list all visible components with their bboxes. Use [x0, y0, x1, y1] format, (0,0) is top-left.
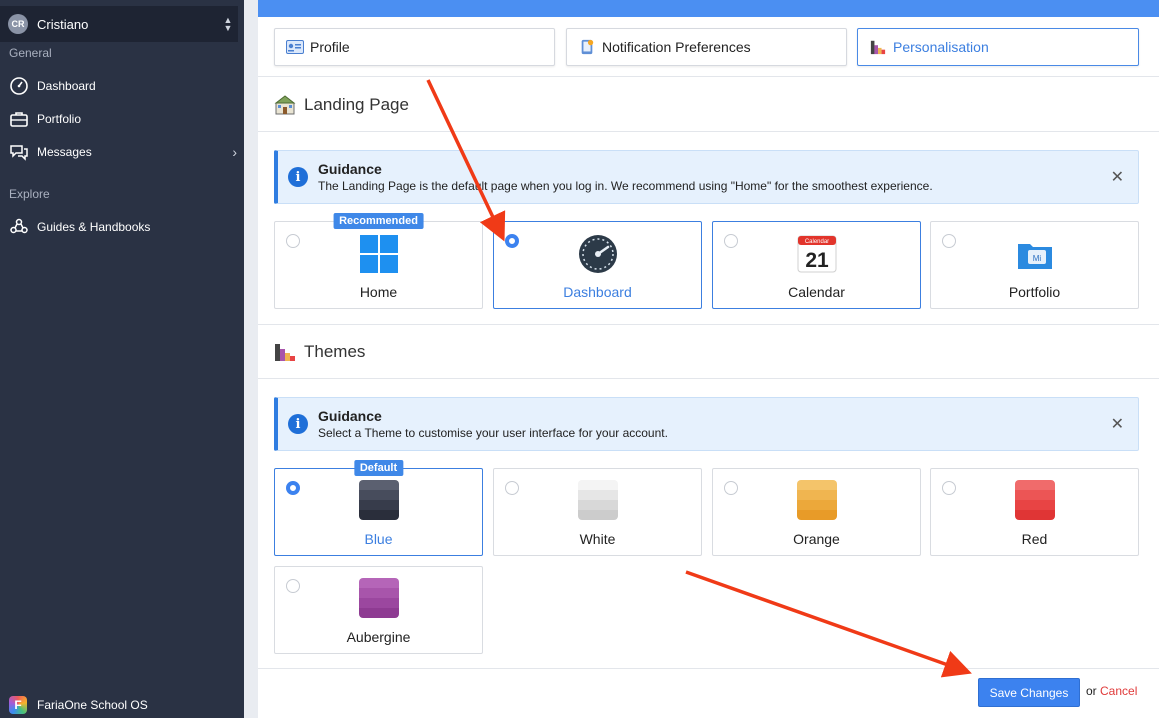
- divider: [258, 378, 1159, 379]
- sidebar-item-label: Dashboard: [37, 79, 96, 93]
- brand[interactable]: F FariaOne School OS: [9, 696, 148, 714]
- calendar-day-text: 21: [805, 249, 829, 272]
- divider: [258, 324, 1159, 325]
- tab-label: Profile: [310, 39, 350, 55]
- section-label-explore: Explore: [9, 187, 50, 201]
- theme-option-orange[interactable]: Orange: [712, 468, 921, 556]
- theme-swatch: [796, 480, 837, 520]
- option-label: White: [579, 531, 616, 547]
- radio-portfolio[interactable]: [942, 234, 956, 248]
- sidebar-item-portfolio[interactable]: Portfolio: [9, 107, 237, 131]
- sidebar-item-guides[interactable]: Guides & Handbooks: [9, 215, 237, 239]
- theme-option-red[interactable]: Red: [930, 468, 1139, 556]
- chevron-right-icon: ›: [232, 144, 237, 160]
- radio-aubergine[interactable]: [286, 579, 300, 593]
- sidebar-item-label: Guides & Handbooks: [37, 220, 151, 234]
- section-label-general: General: [9, 46, 52, 60]
- option-label: Aubergine: [346, 629, 411, 645]
- school-building-icon: [274, 95, 296, 115]
- personalisation-icon: [870, 40, 886, 55]
- calendar-icon: Calendar 21: [797, 235, 836, 273]
- messages-icon: [10, 145, 28, 161]
- theme-swatch: [358, 578, 399, 618]
- cancel-link[interactable]: Cancel: [1100, 684, 1137, 698]
- radio-red[interactable]: [942, 481, 956, 495]
- option-label: Dashboard: [563, 284, 632, 300]
- radio-orange[interactable]: [724, 481, 738, 495]
- tab-personalisation[interactable]: Personalisation: [857, 28, 1139, 66]
- landing-option-dashboard[interactable]: Dashboard: [493, 221, 702, 309]
- save-changes-button[interactable]: Save Changes: [978, 678, 1080, 707]
- calendar-month-text: Calendar: [804, 239, 828, 245]
- sidebar-item-label: Portfolio: [37, 112, 82, 126]
- landing-option-calendar[interactable]: Calendar 21 Calendar: [712, 221, 921, 309]
- radio-blue[interactable]: [286, 481, 300, 495]
- theme-option-aubergine[interactable]: Aubergine: [274, 566, 483, 654]
- theme-option-blue[interactable]: Default Blue: [274, 460, 483, 556]
- avatar: CR: [8, 14, 28, 34]
- themes-icon: [275, 344, 295, 361]
- guidance-text: The Landing Page is the default page whe…: [318, 179, 933, 193]
- portfolio-folder-icon: Mi: [1017, 244, 1052, 269]
- speedometer-icon: [578, 235, 617, 273]
- landing-guidance-alert: i Guidance The Landing Page is the defau…: [274, 150, 1139, 204]
- info-icon: i: [288, 167, 308, 187]
- radio-dashboard[interactable]: [505, 234, 519, 248]
- theme-swatch: [1014, 480, 1055, 520]
- option-label: Blue: [364, 531, 393, 547]
- option-label: Red: [1021, 531, 1048, 547]
- sidebar: CR Cristiano ▲ ▼ General Dashboard Portfo…: [0, 0, 244, 718]
- info-icon: i: [288, 414, 308, 434]
- tab-notification-preferences[interactable]: Notification Preferences: [566, 28, 847, 66]
- dashboard-icon: [10, 77, 28, 95]
- brand-label: FariaOne School OS: [37, 698, 148, 712]
- user-name: Cristiano: [37, 16, 89, 32]
- briefcase-icon: [10, 112, 28, 127]
- guidance-title: Guidance: [318, 161, 382, 177]
- profile-card-icon: [286, 40, 304, 54]
- landing-option-home[interactable]: Recommended Home: [274, 213, 483, 309]
- windows-grid-icon: [359, 235, 398, 273]
- option-label: Orange: [793, 531, 840, 547]
- or-text: or: [1086, 684, 1097, 698]
- themes-title: Themes: [304, 342, 366, 361]
- sidebar-item-dashboard[interactable]: Dashboard: [9, 74, 237, 98]
- form-footer: Save Changes or Cancel: [258, 668, 1159, 708]
- sidebar-item-messages[interactable]: Messages ›: [9, 140, 237, 164]
- tab-label: Personalisation: [893, 39, 989, 55]
- sidebar-item-label: Messages: [37, 145, 92, 159]
- recommended-badge: Recommended: [333, 213, 424, 229]
- option-label: Calendar: [788, 284, 845, 300]
- landing-option-portfolio[interactable]: Mi Portfolio: [930, 221, 1139, 309]
- tab-profile[interactable]: Profile: [274, 28, 555, 66]
- guidance-text: Select a Theme to customise your user in…: [318, 426, 668, 440]
- close-icon[interactable]: ✕: [1111, 414, 1124, 434]
- portfolio-icon-text: Mi: [1032, 254, 1041, 263]
- radio-home[interactable]: [286, 234, 300, 248]
- option-label: Home: [359, 284, 398, 300]
- landing-page-title: Landing Page: [304, 95, 409, 114]
- radio-white[interactable]: [505, 481, 519, 495]
- option-label: Portfolio: [1008, 284, 1061, 300]
- tab-label: Notification Preferences: [602, 39, 751, 55]
- radio-calendar[interactable]: [724, 234, 738, 248]
- themes-guidance-alert: i Guidance Select a Theme to customise y…: [274, 397, 1139, 451]
- guides-icon: [10, 218, 28, 234]
- divider: [258, 131, 1159, 132]
- landing-page-heading: Landing Page: [274, 95, 409, 115]
- themes-heading: Themes: [274, 342, 365, 362]
- theme-option-white[interactable]: White: [493, 468, 702, 556]
- tabs: Profile Notification Preferences Persona…: [258, 17, 1159, 77]
- default-badge: Default: [353, 460, 404, 476]
- main-panel: Profile Notification Preferences Persona…: [258, 0, 1159, 718]
- notification-icon: [581, 39, 594, 55]
- theme-swatch: [358, 480, 399, 520]
- guidance-title: Guidance: [318, 408, 382, 424]
- theme-swatch: [577, 480, 618, 520]
- user-switcher[interactable]: CR Cristiano ▲ ▼: [0, 6, 238, 42]
- close-icon[interactable]: ✕: [1111, 167, 1124, 187]
- chevron-updown-icon: ▲ ▼: [223, 15, 233, 33]
- fariaone-logo-icon: F: [9, 696, 27, 714]
- top-strip: [258, 0, 1159, 17]
